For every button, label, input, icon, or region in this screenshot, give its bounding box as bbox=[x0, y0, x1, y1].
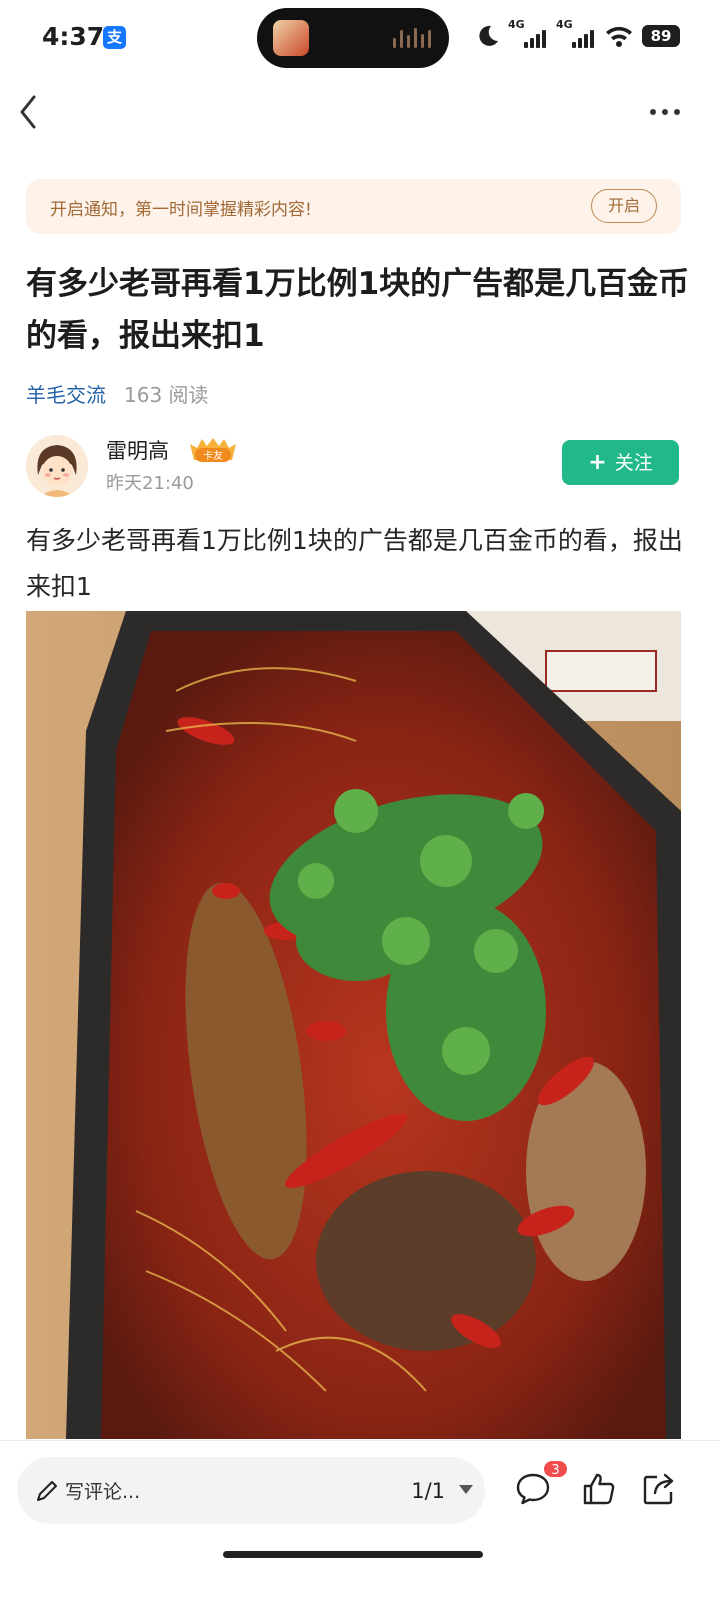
post-image[interactable] bbox=[26, 611, 681, 1439]
comment-input[interactable]: 写评论... 1/1 bbox=[17, 1457, 485, 1524]
read-count: 163 阅读 bbox=[124, 383, 209, 407]
like-icon[interactable] bbox=[581, 1471, 617, 1507]
music-app-icon bbox=[273, 20, 309, 56]
follow-label: 关注 bbox=[614, 452, 653, 474]
banner-text: 开启通知，第一时间掌握精彩内容! bbox=[50, 200, 312, 220]
avatar[interactable] bbox=[26, 435, 88, 497]
share-icon[interactable] bbox=[641, 1471, 677, 1507]
follow-button[interactable]: + 关注 bbox=[562, 440, 679, 485]
topic-link[interactable]: 羊毛交流 bbox=[26, 379, 106, 408]
bottom-bar: 写评论... 1/1 3 bbox=[0, 1440, 720, 1600]
plus-icon: + bbox=[588, 450, 607, 475]
vip-badge-icon: 卡友 bbox=[190, 438, 236, 462]
post-meta: 羊毛交流 163 阅读 bbox=[26, 379, 209, 408]
notification-banner: 开启通知，第一时间掌握精彩内容! 开启 bbox=[26, 179, 681, 234]
page-indicator[interactable]: 1/1 bbox=[411, 1479, 445, 1503]
audio-wave-icon bbox=[393, 28, 431, 48]
post-body: 有多少老哥再看1万比例1块的广告都是几百金币的看，报出来扣1 bbox=[26, 526, 683, 601]
battery-indicator: 89 bbox=[642, 25, 680, 47]
dynamic-island[interactable] bbox=[257, 8, 449, 68]
more-icon[interactable] bbox=[648, 100, 682, 124]
wifi-icon bbox=[606, 26, 632, 47]
signal-icon: 4G bbox=[508, 18, 548, 50]
post-date: 昨天21:40 bbox=[106, 473, 194, 494]
badge-label: 卡友 bbox=[203, 449, 223, 462]
author-name[interactable]: 雷明高 bbox=[106, 435, 169, 465]
status-time: 4:37 bbox=[42, 22, 105, 51]
back-icon[interactable] bbox=[14, 92, 44, 132]
status-bar: 4:37 支 4G 4G 89 bbox=[0, 0, 720, 76]
caret-down-icon[interactable] bbox=[459, 1485, 473, 1494]
comment-count-badge: 3 bbox=[542, 1459, 569, 1479]
post-title: 有多少老哥再看1万比例1块的广告都是几百金币的看，报出来扣1 bbox=[26, 266, 690, 354]
enable-notification-button[interactable]: 开启 bbox=[591, 189, 657, 223]
signal-icon: 4G bbox=[556, 18, 596, 50]
status-icons: 4G 4G 89 bbox=[474, 18, 680, 50]
home-indicator[interactable] bbox=[223, 1551, 483, 1558]
comment-placeholder: 写评论... bbox=[65, 1481, 141, 1503]
pen-icon bbox=[37, 1481, 57, 1501]
moon-icon bbox=[479, 25, 498, 46]
alipay-icon: 支 bbox=[103, 26, 126, 49]
